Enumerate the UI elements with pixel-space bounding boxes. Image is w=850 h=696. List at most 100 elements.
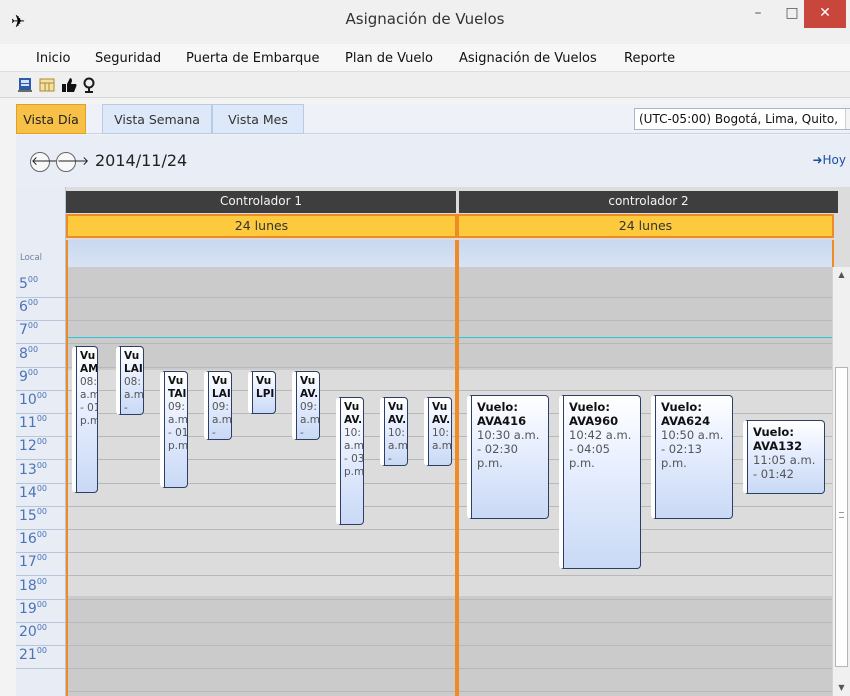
hour-number: 14 xyxy=(19,484,37,501)
flight-code: AV. xyxy=(432,414,451,426)
next-day-button[interactable]: 🡒 xyxy=(56,152,89,172)
hour-minutes: 00 xyxy=(36,646,48,656)
tab-vista-dia[interactable]: Vista Día xyxy=(16,104,86,134)
flight-appointment[interactable]: Vu LAI 09: a.m - xyxy=(204,371,232,440)
flight-appointment[interactable]: Vuelo: AVA416 10:30 a.m. - 02:30 p.m. xyxy=(467,395,549,519)
flight-label: Vu xyxy=(124,350,140,362)
thumbs-up-icon[interactable] xyxy=(60,76,78,94)
hour-gridline xyxy=(459,621,832,623)
flight-time: p.m xyxy=(80,415,97,427)
hour-gridline xyxy=(459,598,832,600)
hour-gridline xyxy=(459,389,832,391)
flight-time: a.m xyxy=(432,440,452,452)
menu-puerta-embarque[interactable]: Puerta de Embarque xyxy=(186,51,319,66)
flight-time: - 01: xyxy=(168,427,188,439)
hour-label: 1600 xyxy=(16,530,66,554)
hour-gridline xyxy=(68,505,455,507)
flight-label: Vuelo: xyxy=(753,425,794,439)
flight-appointment[interactable]: Vuelo: AVA960 10:42 a.m. - 04:05 p.m. xyxy=(559,395,641,569)
tab-vista-semana[interactable]: Vista Semana xyxy=(102,104,212,134)
scheduler: Local 500 600 700 800 900 1000 1100 1200 1300 140… xyxy=(16,187,850,696)
flight-time: 10:30 a.m. xyxy=(477,428,540,442)
flight-board-icon[interactable] xyxy=(16,76,34,94)
location-pin-icon[interactable] xyxy=(80,76,98,94)
hour-label: 900 xyxy=(16,368,66,391)
today-button[interactable]: ➜Hoy xyxy=(812,153,846,167)
flight-label: Vuelo: xyxy=(477,400,518,414)
flight-time: p.m xyxy=(168,440,188,452)
flight-time: 10:42 a.m. xyxy=(569,428,632,442)
hour-minutes: 00 xyxy=(27,275,39,284)
flight-appointment[interactable]: Vuelo: AVA624 10:50 a.m. - 02:13 p.m. xyxy=(651,395,733,519)
chevron-down-icon[interactable]: ▼ xyxy=(845,109,850,129)
flight-time: - 01: xyxy=(80,402,97,414)
scroll-thumb[interactable] xyxy=(835,367,848,667)
flight-code: AVA132 xyxy=(753,439,803,453)
close-button[interactable]: ✕ xyxy=(804,0,846,28)
hour-gridline xyxy=(459,320,832,322)
flight-appointment[interactable]: Vu AV. 10: a.m - xyxy=(380,397,408,466)
hour-gridline xyxy=(68,621,455,623)
menu-asignacion-vuelos[interactable]: Asignación de Vuelos xyxy=(459,51,597,66)
menu-plan-vuelo[interactable]: Plan de Vuelo xyxy=(345,51,433,66)
all-day-row-controlador-2[interactable] xyxy=(457,240,834,267)
hour-gridline xyxy=(459,366,832,368)
flight-time: 10: xyxy=(344,427,361,439)
flight-time: - 02:30 xyxy=(477,442,518,456)
hour-minutes: 00 xyxy=(36,483,48,493)
hour-minutes: 00 xyxy=(36,576,48,586)
flight-appointment[interactable]: Vuelo: AVA132 11:05 a.m. - 01:42 xyxy=(743,420,825,494)
flight-code: AVA960 xyxy=(569,414,619,428)
prev-day-button[interactable]: 🡐 xyxy=(30,152,63,172)
menu-reporte[interactable]: Reporte xyxy=(624,51,675,66)
flight-time: a.m xyxy=(80,389,97,401)
date-navigation: 🡐 🡒 2014/11/24 ➜Hoy xyxy=(16,135,850,187)
flight-code: TAI xyxy=(168,388,187,400)
menu-inicio[interactable]: Inicio xyxy=(36,51,70,66)
flight-time: 11:05 a.m. xyxy=(753,453,816,467)
hour-gridline xyxy=(68,343,455,345)
scroll-down-icon[interactable]: ▼ xyxy=(833,680,850,696)
flight-appointment[interactable]: Vu LPI xyxy=(248,371,276,414)
hour-label: 1100 xyxy=(16,414,66,438)
menu-seguridad[interactable]: Seguridad xyxy=(95,51,161,66)
flight-code: LPI xyxy=(256,388,275,400)
flight-appointment[interactable]: Vu LAI 08: a.m - xyxy=(116,346,144,415)
flight-appointment[interactable]: VuTAI09:a.m- 01:p.m xyxy=(160,371,188,488)
flight-time: 09: xyxy=(168,401,185,413)
flight-appointment[interactable]: Vu AV. 09: a.m - xyxy=(292,371,320,440)
flight-label: Vu xyxy=(256,375,272,387)
flight-label: Vu xyxy=(212,375,228,387)
vertical-scrollbar[interactable]: ▲ ▼ xyxy=(832,267,850,696)
hour-gridline xyxy=(459,297,832,298)
flight-label: Vu xyxy=(388,401,404,413)
view-bar: Vista Día Vista Semana Vista Mes (UTC-05… xyxy=(16,104,850,134)
flight-time: p.m xyxy=(344,466,364,478)
flight-code: LAI xyxy=(212,388,231,400)
day-header-controlador-2: 24 lunes xyxy=(457,214,834,238)
flight-time: - xyxy=(300,427,304,439)
minimize-button[interactable]: – xyxy=(741,0,775,28)
scroll-up-icon[interactable]: ▲ xyxy=(833,267,850,283)
flight-time: 08: xyxy=(124,376,141,388)
flight-code: AM xyxy=(80,363,98,375)
hour-label: 1900 xyxy=(16,600,66,623)
hour-label: 2100 xyxy=(16,646,66,670)
day-column-controlador-1[interactable]: VuAM08:a.m- 01:p.mVuLAI08:a.m-VuTAI09:a.… xyxy=(66,267,457,696)
hour-minutes: 00 xyxy=(36,437,48,447)
hour-gridline xyxy=(459,645,832,646)
flight-appointment[interactable]: VuAV.10:a.m- 03:p.m xyxy=(336,397,364,525)
flight-time: a.m xyxy=(124,389,144,401)
flight-appointment[interactable]: Vu AV. 10: a.m xyxy=(424,397,452,466)
hour-number: 16 xyxy=(19,531,37,548)
flight-appointment[interactable]: VuAM08:a.m- 01:p.m xyxy=(72,346,98,493)
timezone-select[interactable]: (UTC-05:00) Bogotá, Lima, Quito, ▼ xyxy=(634,108,850,130)
tab-vista-mes[interactable]: Vista Mes xyxy=(212,104,304,134)
flight-time: 10: xyxy=(388,427,405,439)
calendar-grid-icon[interactable] xyxy=(38,76,56,94)
day-column-controlador-2[interactable]: Vuelo: AVA416 10:30 a.m. - 02:30 p.m. Vuelo: A… xyxy=(457,267,834,696)
hour-minutes: 00 xyxy=(36,460,48,470)
non-working-hours xyxy=(459,596,832,696)
all-day-row-controlador-1[interactable] xyxy=(66,240,457,267)
hour-gridline xyxy=(459,575,832,577)
